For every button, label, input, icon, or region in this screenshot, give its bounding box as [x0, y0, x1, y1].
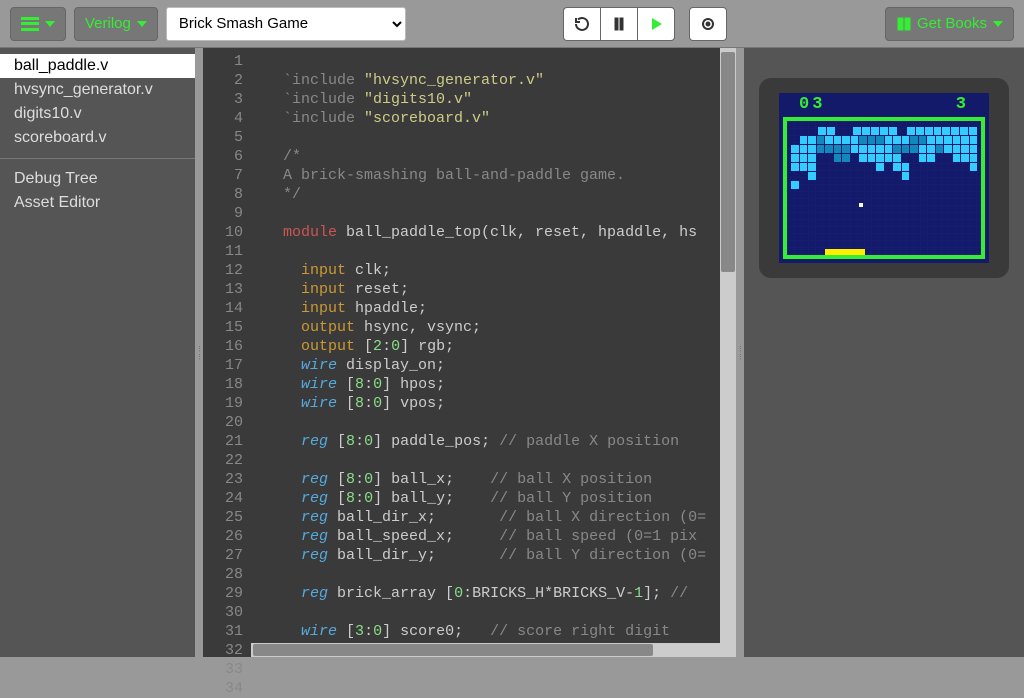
- tool-list: Debug TreeAsset Editor: [0, 167, 195, 215]
- main-area: ball_paddle.vhvsync_generator.vdigits10.…: [0, 47, 1024, 657]
- scrollbar-vertical[interactable]: [720, 48, 736, 657]
- score-right: 3: [956, 95, 969, 115]
- chevron-down-icon: [45, 21, 55, 27]
- reset-button[interactable]: [563, 7, 600, 41]
- run-controls: [563, 7, 675, 41]
- chevron-down-icon: [993, 21, 1003, 27]
- ball: [859, 203, 863, 207]
- emulator-screen: 03 3: [779, 93, 989, 263]
- toolbar: Verilog Brick Smash Game Get Books: [0, 0, 1024, 47]
- get-books-button[interactable]: Get Books: [885, 7, 1014, 41]
- platform-dropdown[interactable]: Verilog: [74, 7, 158, 41]
- file-item[interactable]: ball_paddle.v: [0, 54, 195, 78]
- chevron-down-icon: [137, 21, 147, 27]
- sidebar-splitter[interactable]: ⋮⋮: [195, 48, 203, 657]
- scrollbar-horizontal[interactable]: [251, 643, 720, 657]
- sidebar-divider: [0, 158, 195, 159]
- sidebar-tool[interactable]: Debug Tree: [0, 167, 195, 191]
- sidebar: ball_paddle.vhvsync_generator.vdigits10.…: [0, 48, 195, 657]
- line-gutter: 1234567891011121314151617181920212223242…: [203, 48, 251, 657]
- score-display: 03 3: [779, 95, 989, 115]
- file-list: ball_paddle.vhvsync_generator.vdigits10.…: [0, 54, 195, 150]
- paddle: [825, 249, 865, 255]
- hamburger-menu-button[interactable]: [10, 7, 66, 41]
- score-left: 03: [799, 95, 825, 115]
- hamburger-icon: [21, 17, 39, 31]
- play-icon: [648, 16, 664, 32]
- pause-icon: [611, 16, 627, 32]
- file-item[interactable]: digits10.v: [0, 102, 195, 126]
- refresh-icon: [574, 16, 590, 32]
- project-select[interactable]: Brick Smash Game: [166, 7, 406, 41]
- record-icon: [700, 16, 716, 32]
- emulator-panel: 03 3: [744, 48, 1024, 657]
- right-splitter[interactable]: ⋮⋮: [736, 48, 744, 657]
- emulator-display[interactable]: 03 3: [759, 78, 1009, 278]
- record-button[interactable]: [689, 7, 727, 41]
- code-editor[interactable]: 1234567891011121314151617181920212223242…: [203, 48, 736, 657]
- code-area[interactable]: `include "hvsync_generator.v"`include "d…: [251, 48, 720, 657]
- file-item[interactable]: hvsync_generator.v: [0, 78, 195, 102]
- file-item[interactable]: scoreboard.v: [0, 126, 195, 150]
- platform-label: Verilog: [85, 15, 131, 32]
- play-button[interactable]: [637, 7, 675, 41]
- get-books-label: Get Books: [917, 15, 987, 32]
- sidebar-tool[interactable]: Asset Editor: [0, 191, 195, 215]
- book-icon: [896, 16, 912, 32]
- pause-button[interactable]: [600, 7, 637, 41]
